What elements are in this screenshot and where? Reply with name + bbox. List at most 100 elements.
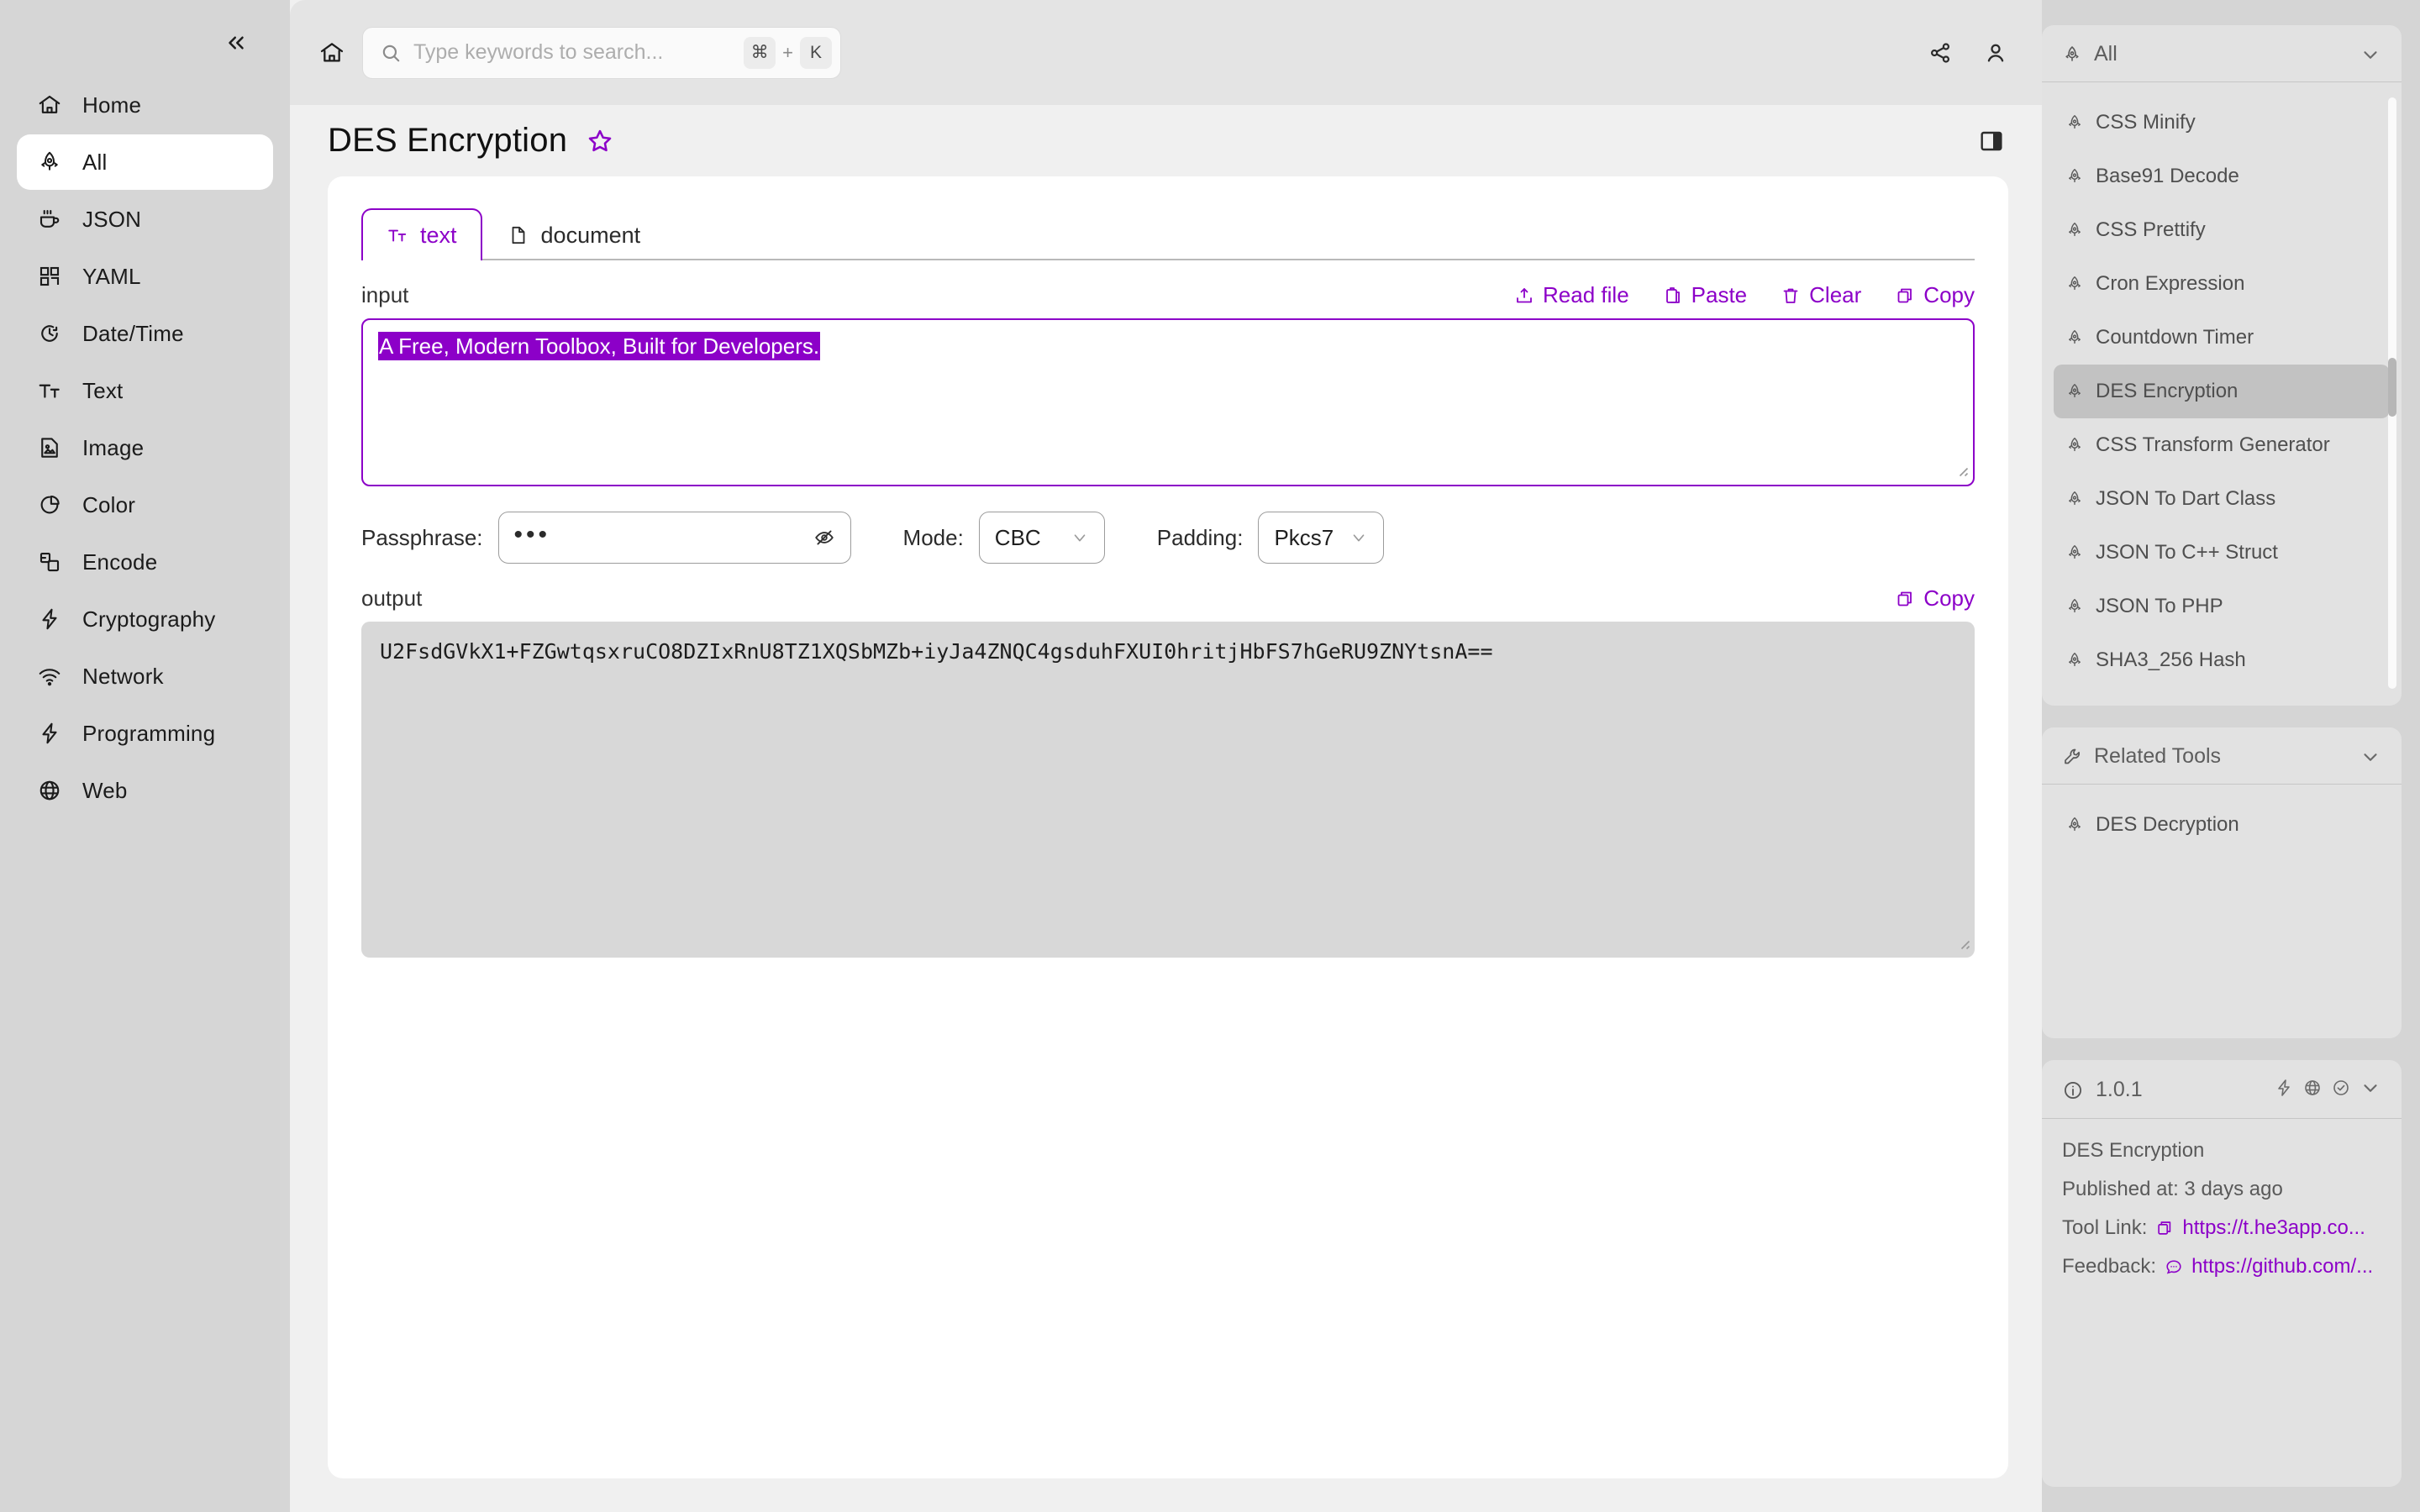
tool-list-item[interactable]: CSS Transform Generator [2054,418,2390,472]
mode-label: Mode: [902,524,964,550]
rocket-icon [2065,167,2086,186]
output-actions: Copy [1895,585,1975,612]
input-textarea[interactable]: A Free, Modern Toolbox, Built for Develo… [361,318,1975,486]
feedback-link-value[interactable]: https://github.com/... [2191,1255,2373,1278]
tool-list-item[interactable]: SHA3_256 Hash [2054,633,2390,687]
tool-list-label: SHA3_256 Hash [2096,648,2246,671]
rocket-icon [2065,597,2086,616]
grid-icon [35,262,64,291]
copy-icon [1895,589,1915,609]
tool-list-item[interactable]: CSS Prettify [2054,203,2390,257]
tab-label: document [540,222,641,248]
tool-list-item[interactable]: Countdown Timer [2054,311,2390,365]
all-tools-collapse[interactable] [2360,44,2381,66]
copy-icon[interactable] [2155,1219,2174,1237]
sidebar-item-programming[interactable]: Programming [17,706,273,761]
search-box[interactable]: ⌘ + K [362,26,841,79]
action-label: Paste [1691,282,1748,307]
copy-output-button[interactable]: Copy [1895,585,1975,612]
upload-icon [1514,286,1534,306]
resize-grip-icon[interactable] [1954,462,1969,481]
tools-scrollbar[interactable] [2388,97,2396,689]
rocket-icon [2065,382,2086,401]
tool-info-header[interactable]: 1.0.1 [2042,1060,2402,1119]
tools-scrollbar-thumb[interactable] [2388,357,2396,417]
sidebar-item-all[interactable]: All [17,134,273,190]
clear-button[interactable]: Clear [1781,282,1861,308]
check-circle-icon[interactable] [2331,1078,2351,1102]
tool-list-item[interactable]: JSON To C++ Struct [2054,526,2390,580]
sidebar-item-label: Home [82,92,142,118]
message-icon[interactable] [2165,1257,2183,1276]
options-row: Passphrase: ••• Mode: CBC Padding: Pkcs7 [361,512,1975,564]
mode-select[interactable]: CBC [978,512,1105,564]
tool-list-item[interactable]: JSON To Dart Class [2054,472,2390,526]
info-icon [2062,1079,2084,1101]
sidebar-item-network[interactable]: Network [17,648,273,704]
output-textarea[interactable]: U2FsdGVkX1+FZGwtqsxruCO8DZIxRnU8TZ1XQSbM… [361,622,1975,958]
collapse-sidebar-button[interactable] [218,24,255,61]
rocket-icon [2065,436,2086,454]
sidebar-item-image[interactable]: Image [17,420,273,475]
padding-select[interactable]: Pkcs7 [1258,512,1385,564]
read-file-button[interactable]: Read file [1514,282,1629,308]
tab-text[interactable]: text [361,208,482,260]
tool-list-item-des-encryption[interactable]: DES Encryption [2054,365,2390,418]
passphrase-field[interactable]: ••• [497,512,851,564]
sidebar-item-web[interactable]: Web [17,763,273,818]
info-tool-link: Tool Link: https://t.he3app.co... [2062,1216,2381,1240]
tool-list-item[interactable]: CSS Minify [2054,96,2390,150]
globe-icon[interactable] [2302,1078,2323,1102]
sidebar-item-cryptography[interactable]: Cryptography [17,591,273,647]
sidebar-item-encode[interactable]: Encode [17,534,273,590]
document-icon [508,224,529,246]
globe-icon [35,776,64,805]
paste-button[interactable]: Paste [1663,282,1748,308]
resize-grip-icon[interactable] [1955,935,1970,954]
info-tool-link-label: Tool Link: [2062,1216,2148,1239]
tool-list-item[interactable]: Cron Expression [2054,257,2390,311]
sidebar-item-label: Web [82,777,128,803]
shortcut-plus: + [782,41,793,63]
sidebar: Home All JSON YAML Date/Time Text Image … [0,0,290,1512]
sidebar-item-text[interactable]: Text [17,363,273,418]
sidebar-item-home[interactable]: Home [17,77,273,133]
related-tools-header[interactable]: Related Tools [2042,727,2402,785]
chevron-down-icon [2364,50,2377,59]
output-text-value: U2FsdGVkX1+FZGwtqsxruCO8DZIxRnU8TZ1XQSbM… [380,639,1493,664]
chevron-down-icon [1349,528,1368,547]
wifi-icon [35,662,64,690]
sidebar-item-color[interactable]: Color [17,477,273,533]
tool-list-label: Cron Expression [2096,272,2245,295]
related-tool-item[interactable]: DES Decryption [2054,798,2390,852]
chevron-down-icon[interactable] [2360,1077,2381,1103]
mode-value: CBC [994,524,1041,550]
tab-document[interactable]: document [482,208,666,260]
related-tools-collapse[interactable] [2360,746,2381,768]
tool-list-item[interactable]: JSON To PHP [2054,580,2390,633]
home-button[interactable] [307,28,357,78]
input-label: input [361,282,409,307]
panel-right-icon[interactable] [1975,124,2008,158]
search-input[interactable] [413,40,733,65]
sidebar-item-yaml[interactable]: YAML [17,249,273,304]
copy-input-button[interactable]: Copy [1895,282,1975,308]
tool-link-value[interactable]: https://t.he3app.co... [2182,1216,2365,1240]
sidebar-item-json[interactable]: JSON [17,192,273,247]
lightning-icon[interactable] [2274,1078,2294,1102]
sidebar-item-label: Network [82,663,164,689]
sidebar-item-label: YAML [82,263,141,289]
rocket-icon [2065,113,2086,132]
tool-list-item[interactable]: Base91 Decode [2054,150,2390,203]
tool-list-label: CSS Transform Generator [2096,433,2330,456]
sidebar-item-datetime[interactable]: Date/Time [17,306,273,361]
share-icon[interactable] [1928,40,1953,66]
action-label: Read file [1543,282,1629,307]
tool-list-label: Countdown Timer [2096,326,2254,349]
star-icon[interactable] [586,127,614,155]
all-tools-header[interactable]: All [2042,25,2402,82]
user-icon[interactable] [1983,40,2008,66]
eye-off-icon[interactable] [813,527,835,549]
passphrase-label: Passphrase: [361,524,483,550]
page-title: DES Encryption [328,122,568,159]
